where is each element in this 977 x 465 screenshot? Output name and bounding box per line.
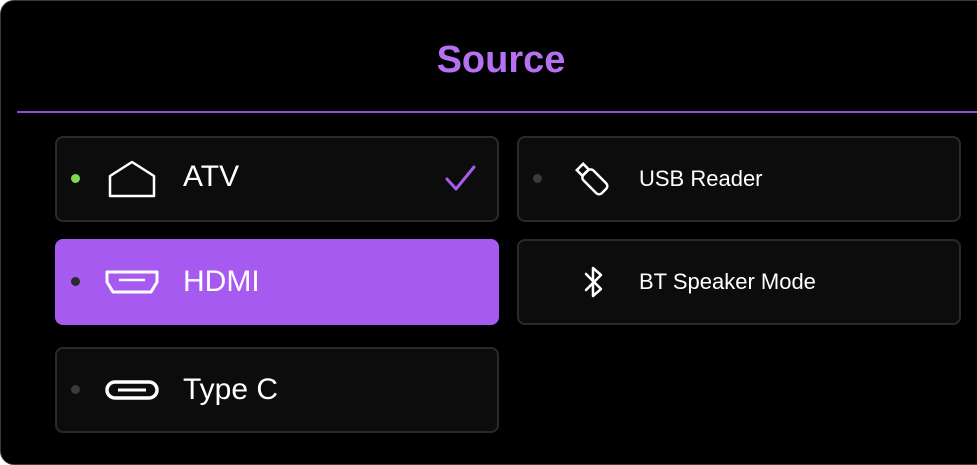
source-label: USB Reader — [639, 166, 763, 191]
active-indicator-dot — [71, 174, 80, 183]
title-divider — [17, 111, 977, 113]
source-item-usb-reader[interactable]: USB Reader — [517, 136, 961, 222]
indicator-dot — [533, 174, 542, 183]
source-panel: Source ATV HDMI Type C USB Reader BT Spe… — [0, 0, 977, 465]
home-icon — [107, 159, 157, 204]
hdmi-icon — [105, 270, 159, 299]
source-label: Type C — [183, 373, 279, 406]
usb-stick-icon — [573, 160, 611, 203]
usb-c-icon — [105, 380, 159, 405]
source-item-type-c[interactable]: Type C — [55, 347, 499, 433]
source-label: BT Speaker Mode — [639, 269, 816, 294]
source-label: ATV — [183, 160, 240, 193]
source-item-bt-speaker-mode[interactable]: BT Speaker Mode — [517, 239, 961, 325]
bluetooth-icon — [583, 265, 605, 304]
source-label: HDMI — [183, 265, 260, 298]
source-item-atv[interactable]: ATV — [55, 136, 499, 222]
source-item-hdmi[interactable]: HDMI — [55, 239, 499, 325]
checkmark-icon — [443, 162, 477, 201]
indicator-dot — [71, 385, 80, 394]
page-title: Source — [436, 39, 566, 81]
indicator-dot — [71, 277, 80, 286]
